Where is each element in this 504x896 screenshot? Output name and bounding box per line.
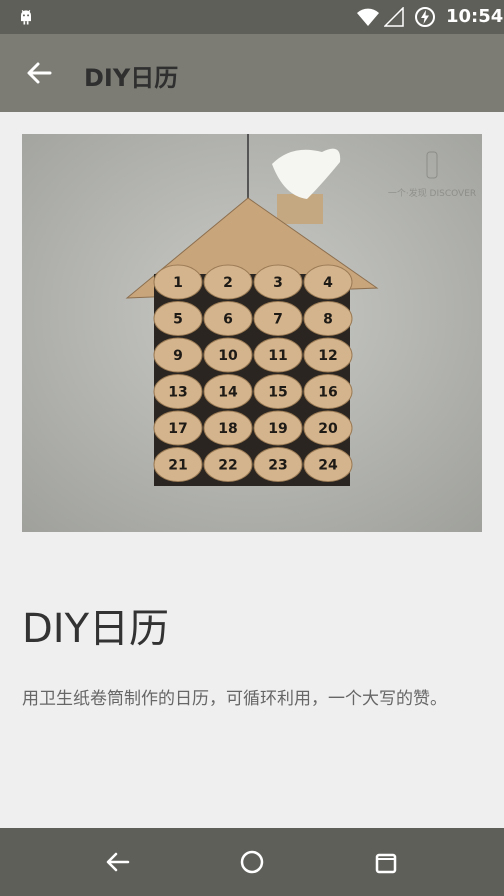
calendar-day-number: 11 (268, 348, 287, 364)
calendar-day-number: 22 (218, 458, 237, 474)
watermark-text: 一个·发现 DISCOVER (388, 187, 476, 199)
calendar-day-number: 10 (218, 348, 238, 364)
calendar-day-number: 18 (218, 421, 237, 437)
battery-charging-icon (415, 7, 435, 27)
article-title: DIY日历 (22, 606, 170, 652)
app-bar: DIY日历 (0, 34, 504, 112)
calendar-day-number: 3 (273, 275, 283, 291)
calendar-day-number: 6 (223, 312, 233, 328)
android-debug-icon (21, 10, 31, 25)
calendar-day-number: 1 (173, 275, 183, 291)
nav-home-icon[interactable] (238, 848, 266, 876)
calendar-day-number: 13 (168, 385, 187, 401)
navigation-bar (0, 828, 504, 896)
calendar-day-number: 20 (318, 421, 338, 437)
status-bar: 10:54 (0, 0, 504, 34)
calendar-day-number: 12 (318, 348, 337, 364)
calendar-day-number: 4 (323, 275, 333, 291)
signal-icon (384, 7, 404, 27)
calendar-day-number: 15 (268, 385, 287, 401)
article-description: 用卫生纸卷筒制作的日历，可循环利用，一个大写的赞。 (22, 689, 447, 709)
nav-back-icon[interactable] (104, 848, 132, 876)
status-time: 10:54 (446, 6, 504, 27)
page-title: DIY日历 (84, 64, 179, 92)
calendar-day-number: 5 (173, 312, 183, 328)
calendar-day-number: 7 (273, 312, 283, 328)
calendar-day-number: 8 (323, 312, 333, 328)
calendar-photo: 1 2 3 45 6 7 89 10 11 1213 14 15 1617 18 19 2021 22 23 24 … (22, 134, 482, 532)
calendar-day-number: 19 (268, 421, 287, 437)
nav-recents-icon[interactable] (372, 848, 400, 876)
wifi-icon (357, 8, 379, 26)
calendar-day-number: 23 (268, 458, 287, 474)
calendar-day-number: 9 (173, 348, 183, 364)
calendar-day-number: 24 (318, 458, 338, 474)
calendar-day-number: 16 (318, 385, 337, 401)
back-arrow-icon[interactable] (24, 58, 54, 88)
calendar-day-number: 14 (218, 385, 238, 401)
calendar-day-number: 2 (223, 275, 233, 291)
hero-image: 1 2 3 4 5 6 7 8 9 10 11 12 13 14 15 16 17 18 19 20 21 22 23 24 … (22, 134, 482, 532)
calendar-day-number: 17 (168, 421, 187, 437)
calendar-day-number: 21 (168, 458, 187, 474)
